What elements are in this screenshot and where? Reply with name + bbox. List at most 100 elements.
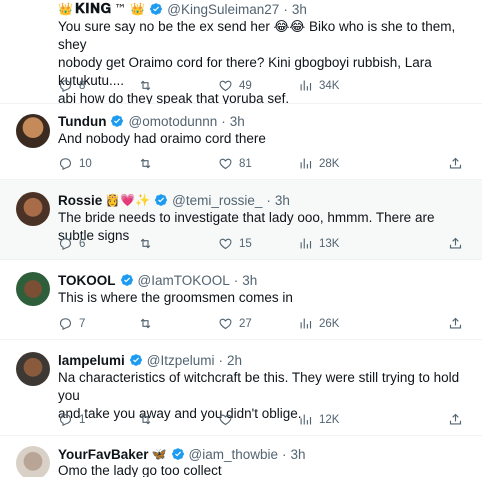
avatar[interactable] (16, 446, 50, 477)
retweet-button[interactable] (138, 412, 159, 427)
verified-badge-icon (150, 3, 163, 15)
like-icon (219, 80, 232, 92)
reply-tweet[interactable]: lampelumi @Itzpelumi · 2h Na characteris… (0, 340, 482, 436)
views-icon (300, 158, 312, 169)
share-button[interactable] (448, 236, 463, 251)
author-name[interactable]: Tundun (58, 114, 106, 129)
verified-badge-icon (111, 115, 124, 127)
share-icon (449, 317, 462, 329)
reply-icon (59, 80, 72, 92)
reply-tweet[interactable]: YourFavBaker 🦋 @iam_thowbie · 3h Omo the… (0, 436, 482, 477)
author-name[interactable]: TOKOOL (58, 273, 116, 288)
author-handle[interactable]: @Itzpelumi (147, 353, 215, 368)
tweet-actions: 8 49 34K (58, 78, 466, 96)
views-icon (300, 238, 312, 249)
reply-tweet[interactable]: Tundun @omotodunnn · 3h And nobody had o… (0, 104, 482, 180)
reply-count: 7 (79, 317, 86, 330)
retweet-icon (140, 318, 151, 329)
views-button[interactable]: 12K (298, 412, 339, 427)
retweet-button[interactable] (138, 316, 159, 331)
tweet-time[interactable]: 2h (227, 353, 242, 368)
views-count: 13K (319, 237, 340, 250)
retweet-icon (140, 158, 151, 169)
tweet-header: Rossie 👸💗✨ @temi_rossie_ · 3h (58, 192, 290, 208)
tweet-line: Na characteristics of witchcraft be this… (58, 370, 460, 403)
reply-count: 1 (79, 413, 86, 426)
share-button[interactable] (448, 316, 463, 331)
avatar[interactable] (16, 272, 50, 306)
like-button[interactable]: 15 (218, 236, 252, 251)
reply-button[interactable]: 6 (58, 236, 85, 251)
avatar[interactable] (16, 192, 50, 226)
avatar[interactable] (16, 114, 50, 148)
reply-icon (59, 158, 72, 170)
like-button[interactable] (218, 412, 239, 427)
retweet-button[interactable] (138, 78, 159, 93)
name-emoji: 👸💗✨ (105, 193, 151, 207)
tweet-line: You sure say no be the ex send her 😂😂 Bi… (58, 19, 456, 52)
tweet-time[interactable]: 3h (275, 193, 290, 208)
reply-tweet[interactable]: Rossie 👸💗✨ @temi_rossie_ · 3h The bride … (0, 180, 482, 260)
views-icon (300, 414, 312, 425)
crown-emoji: 👑 (58, 2, 73, 16)
author-name[interactable]: Rossie (58, 193, 102, 208)
tweet-time[interactable]: 3h (242, 273, 257, 288)
tweet-actions: 6 15 13K (58, 236, 466, 254)
author-name[interactable]: YourFavBaker (58, 447, 149, 462)
author-handle[interactable]: @IamTOKOOL (138, 273, 230, 288)
tweet-header: Tundun @omotodunnn · 3h (58, 113, 245, 129)
views-button[interactable]: 13K (298, 236, 339, 251)
tweet-actions: 1 12K (58, 412, 466, 430)
reply-tweet[interactable]: 👑 𝐊𝐈𝐍𝐆 ™ 👑 @KingSuleiman27 · 3h You sure… (0, 0, 482, 106)
views-button[interactable]: 26K (298, 316, 339, 331)
tweet-text: This is where the groomsmen comes in (58, 289, 472, 307)
reply-count: 8 (79, 79, 86, 92)
avatar[interactable] (16, 352, 50, 386)
views-button[interactable]: 28K (298, 156, 339, 171)
verified-badge-icon (155, 194, 168, 206)
like-count: 49 (239, 79, 252, 92)
views-count: 34K (319, 79, 340, 92)
tweet-time[interactable]: 3h (230, 114, 245, 129)
like-button[interactable]: 27 (218, 316, 252, 331)
author-handle[interactable]: @omotodunnn (128, 114, 217, 129)
verified-badge-icon (129, 354, 142, 366)
like-count: 15 (239, 237, 252, 250)
like-icon (219, 318, 232, 330)
tweet-line: This is where the groomsmen comes in (58, 290, 293, 305)
tweet-time[interactable]: 3h (292, 2, 307, 17)
like-icon (219, 238, 232, 250)
share-icon (449, 157, 462, 169)
like-icon (219, 158, 232, 170)
views-count: 28K (319, 157, 340, 170)
author-name[interactable]: 𝐊𝐈𝐍𝐆 (75, 1, 112, 17)
author-name[interactable]: lampelumi (58, 353, 125, 368)
author-handle[interactable]: @KingSuleiman27 (167, 2, 279, 17)
reply-feed: 👑 𝐊𝐈𝐍𝐆 ™ 👑 @KingSuleiman27 · 3h You sure… (0, 0, 482, 477)
reply-count: 10 (79, 157, 92, 170)
tweet-text: And nobody had oraimo cord there (58, 130, 472, 148)
tweet-line: Omo the lady go too collect (58, 463, 222, 477)
reply-button[interactable]: 7 (58, 316, 85, 331)
retweet-button[interactable] (138, 156, 159, 171)
share-button[interactable] (448, 412, 463, 427)
tweet-time[interactable]: 3h (291, 447, 306, 462)
retweet-icon (140, 80, 151, 91)
author-handle[interactable]: @temi_rossie_ (172, 193, 262, 208)
reply-tweet[interactable]: TOKOOL @IamTOKOOL · 3h This is where the… (0, 260, 482, 340)
reply-button[interactable]: 1 (58, 412, 85, 427)
name-emoji: 🦋 (151, 447, 167, 461)
share-button[interactable] (448, 156, 463, 171)
tweet-header: 👑 𝐊𝐈𝐍𝐆 ™ 👑 @KingSuleiman27 · 3h (58, 1, 307, 17)
like-button[interactable]: 49 (218, 78, 252, 93)
reply-button[interactable]: 8 (58, 78, 85, 93)
share-icon (449, 413, 462, 425)
like-count: 81 (239, 157, 252, 170)
views-button[interactable]: 34K (298, 78, 339, 93)
like-button[interactable]: 81 (218, 156, 252, 171)
tweet-header: TOKOOL @IamTOKOOL · 3h (58, 272, 258, 288)
author-handle[interactable]: @iam_thowbie (189, 447, 279, 462)
reply-button[interactable]: 10 (58, 156, 92, 171)
retweet-button[interactable] (138, 236, 159, 251)
name-emoji: ™ 👑 (114, 2, 146, 16)
